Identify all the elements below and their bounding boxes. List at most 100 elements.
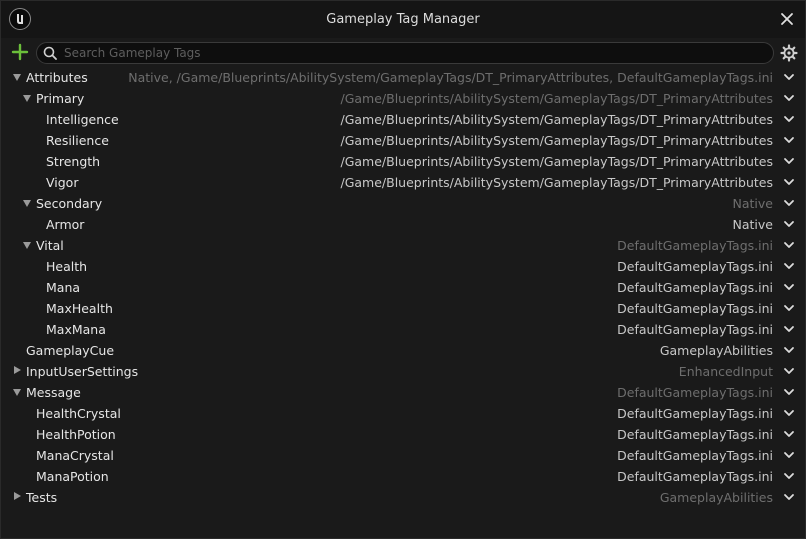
chevron-down-icon[interactable] <box>783 198 795 208</box>
tag-row[interactable]: MaxMana DefaultGameplayTags.ini <box>1 319 805 340</box>
chevron-down-icon[interactable] <box>783 492 795 502</box>
tag-row[interactable]: GameplayCue GameplayAbilities <box>1 340 805 361</box>
title-bar[interactable]: Gameplay Tag Manager <box>1 1 805 38</box>
chevron-down-icon[interactable] <box>783 366 795 376</box>
tag-label: HealthPotion <box>36 427 116 442</box>
tag-label: HealthCrystal <box>36 406 121 421</box>
tag-row[interactable]: Vital DefaultGameplayTags.ini <box>1 235 805 256</box>
gear-icon <box>780 44 798 62</box>
tag-label: MaxHealth <box>46 301 113 316</box>
chevron-down-icon[interactable] <box>783 345 795 355</box>
expand-arrow-down-icon[interactable] <box>13 74 21 81</box>
expand-arrow-down-icon[interactable] <box>13 389 21 396</box>
tag-row[interactable]: Intelligence/Game/Blueprints/AbilitySyst… <box>1 109 805 130</box>
tag-row[interactable]: Health DefaultGameplayTags.ini <box>1 256 805 277</box>
expand-arrow-down-icon[interactable] <box>23 242 31 249</box>
chevron-down-icon[interactable] <box>783 429 795 439</box>
chevron-down-icon[interactable] <box>783 156 795 166</box>
tag-label: InputUserSettings <box>26 364 139 379</box>
tag-label: Secondary <box>36 196 103 211</box>
tag-row[interactable]: Armor Native <box>1 214 805 235</box>
tag-label: Vigor <box>46 175 79 190</box>
expand-arrow-down-icon[interactable] <box>23 200 31 207</box>
close-icon[interactable] <box>779 11 795 27</box>
tag-row[interactable]: Attributes Native, /Game/Blueprints/Abili… <box>1 67 805 88</box>
tag-row[interactable]: ManaCrystal DefaultGameplayTags.ini <box>1 445 805 466</box>
window-title: Gameplay Tag Manager <box>326 12 480 27</box>
toolbar: Search Gameplay Tags <box>1 38 805 67</box>
tag-row[interactable]: HealthCrystal DefaultGameplayTags.ini <box>1 403 805 424</box>
tag-source: Native, /Game/Blueprints/AbilitySystem/G… <box>128 70 773 85</box>
tag-source: DefaultGameplayTags.ini <box>617 238 773 253</box>
tag-label: Health <box>46 259 88 274</box>
search-input[interactable]: Search Gameplay Tags <box>36 42 774 64</box>
tag-source: /Game/Blueprints/AbilitySystem/GameplayT… <box>340 91 773 106</box>
tag-source: DefaultGameplayTags.ini <box>617 406 773 421</box>
tag-label: Tests <box>26 490 58 505</box>
tag-row[interactable]: Mana DefaultGameplayTags.ini <box>1 277 805 298</box>
tag-source: DefaultGameplayTags.ini <box>617 385 773 400</box>
tag-source: DefaultGameplayTags.ini <box>617 259 773 274</box>
tag-row[interactable]: InputUserSettings EnhancedInput <box>1 361 805 382</box>
expand-arrow-right-icon[interactable] <box>14 366 21 374</box>
tag-label: Vital <box>36 238 64 253</box>
chevron-down-icon[interactable] <box>783 450 795 460</box>
tag-source: Native <box>732 217 773 232</box>
tag-row[interactable]: Secondary Native <box>1 193 805 214</box>
tag-label: Mana <box>46 280 81 295</box>
expand-arrow-down-icon[interactable] <box>23 95 31 102</box>
chevron-down-icon[interactable] <box>783 135 795 145</box>
chevron-down-icon[interactable] <box>783 261 795 271</box>
tag-source: GameplayAbilities <box>659 490 773 505</box>
chevron-down-icon[interactable] <box>783 93 795 103</box>
tag-label: Message <box>26 385 81 400</box>
tag-row[interactable]: Strength/Game/Blueprints/AbilitySystem/G… <box>1 151 805 172</box>
tag-label: MaxMana <box>46 322 106 337</box>
chevron-down-icon[interactable] <box>783 303 795 313</box>
tag-label: Strength <box>46 154 101 169</box>
tag-row[interactable]: Tests GameplayAbilities <box>1 487 805 508</box>
tag-source: /Game/Blueprints/AbilitySystem/GameplayT… <box>340 133 773 148</box>
chevron-down-icon[interactable] <box>783 471 795 481</box>
chevron-down-icon[interactable] <box>783 114 795 124</box>
chevron-down-icon[interactable] <box>783 72 795 82</box>
settings-button[interactable] <box>780 44 798 62</box>
tag-row[interactable]: MaxHealth DefaultGameplayTags.ini <box>1 298 805 319</box>
add-tag-button[interactable] <box>11 43 29 61</box>
tag-row[interactable]: Primary/Game/Blueprints/AbilitySystem/Ga… <box>1 88 805 109</box>
tag-row[interactable]: HealthPotion DefaultGameplayTags.ini <box>1 424 805 445</box>
tag-source: DefaultGameplayTags.ini <box>617 469 773 484</box>
tag-label: ManaCrystal <box>36 448 114 463</box>
chevron-down-icon[interactable] <box>783 408 795 418</box>
tag-row[interactable]: Vigor/Game/Blueprints/AbilitySystem/Game… <box>1 172 805 193</box>
tag-row[interactable]: ManaPotion DefaultGameplayTags.ini <box>1 466 805 487</box>
tag-row[interactable]: Message DefaultGameplayTags.ini <box>1 382 805 403</box>
tag-source: /Game/Blueprints/AbilitySystem/GameplayT… <box>340 175 773 190</box>
tag-source: DefaultGameplayTags.ini <box>617 301 773 316</box>
tag-label: Armor <box>46 217 85 232</box>
tag-source: DefaultGameplayTags.ini <box>617 280 773 295</box>
tag-label: Resilience <box>46 133 109 148</box>
chevron-down-icon[interactable] <box>783 387 795 397</box>
expand-arrow-right-icon[interactable] <box>14 492 21 500</box>
chevron-down-icon[interactable] <box>783 240 795 250</box>
chevron-down-icon[interactable] <box>783 177 795 187</box>
tag-label: GameplayCue <box>26 343 115 358</box>
tag-tree: Attributes Native, /Game/Blueprints/Abili… <box>1 67 805 508</box>
search-placeholder: Search Gameplay Tags <box>64 46 201 60</box>
tag-label: Attributes <box>26 70 88 85</box>
plus-icon <box>11 43 29 61</box>
chevron-down-icon[interactable] <box>783 282 795 292</box>
chevron-down-icon[interactable] <box>783 219 795 229</box>
tag-row[interactable]: Resilience/Game/Blueprints/AbilitySystem… <box>1 130 805 151</box>
tag-source: DefaultGameplayTags.ini <box>617 427 773 442</box>
chevron-down-icon[interactable] <box>783 324 795 334</box>
tag-label: Intelligence <box>46 112 119 127</box>
tag-source: /Game/Blueprints/AbilitySystem/GameplayT… <box>340 112 773 127</box>
tag-source: DefaultGameplayTags.ini <box>617 322 773 337</box>
tag-source: DefaultGameplayTags.ini <box>617 448 773 463</box>
tag-label: ManaPotion <box>36 469 109 484</box>
tag-label: Primary <box>36 91 85 106</box>
search-icon <box>43 46 57 60</box>
tag-source: GameplayAbilities <box>659 343 773 358</box>
